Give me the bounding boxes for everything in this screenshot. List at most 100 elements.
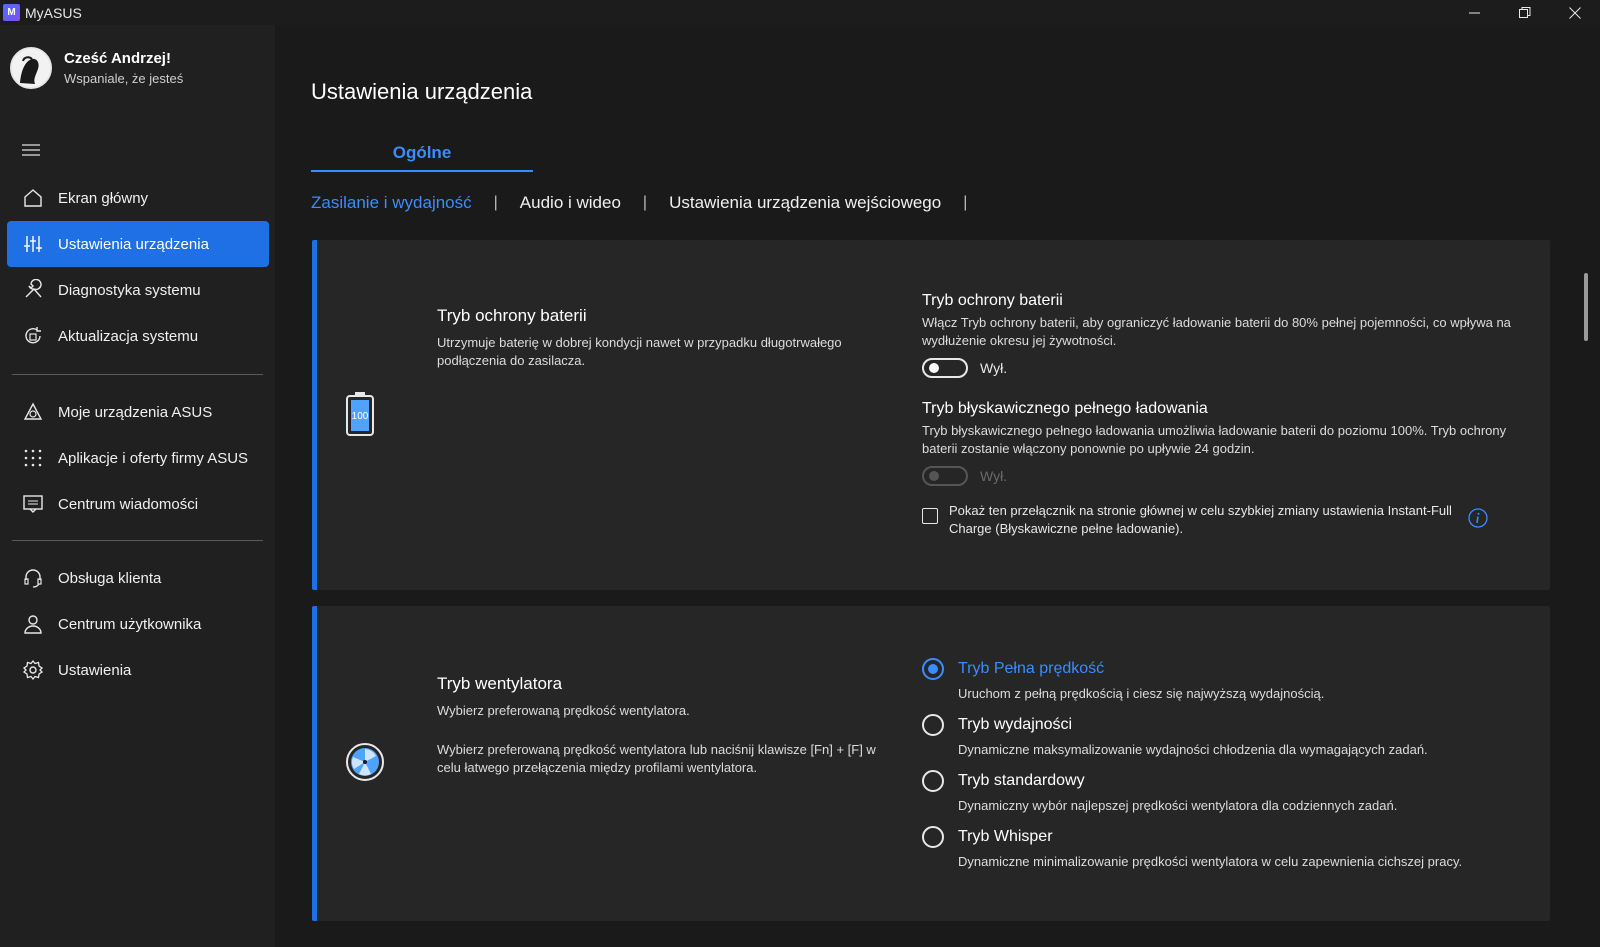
- nav-group-primary: Ekran główny Ustawienia urządzenia Diagn…: [7, 175, 269, 359]
- sidebar-item-user-center[interactable]: Centrum użytkownika: [7, 601, 269, 647]
- fan-option-label: Tryb Pełna prędkość: [958, 660, 1105, 677]
- main-content: Ustawienia urządzenia Ogólne Zasilanie i…: [275, 25, 1600, 947]
- window-controls: [1450, 0, 1600, 25]
- sliders-icon: [21, 232, 45, 256]
- sidebar-item-label: Ustawienia urządzenia: [58, 235, 209, 253]
- fan-option-description: Dynamiczny wybór najlepszej prędkości we…: [958, 798, 1398, 813]
- headset-icon: [21, 566, 45, 590]
- show-on-home-checkbox[interactable]: [922, 508, 938, 524]
- fan-mode-card: Tryb wentylatora Wybierz preferowaną prę…: [312, 606, 1550, 921]
- gear-icon: [21, 658, 45, 682]
- sidebar-item-diagnostics[interactable]: Diagnostyka systemu: [7, 267, 269, 313]
- subtab-separator: |: [493, 194, 498, 211]
- fan-option-description: Uruchom z pełną prędkością i ciesz się n…: [958, 686, 1325, 701]
- battery-level-text: 100: [352, 411, 369, 422]
- sidebar-item-label: Diagnostyka systemu: [58, 281, 201, 299]
- fan-option-description: Dynamiczne maksymalizowanie wydajności c…: [958, 742, 1428, 757]
- minimize-icon: [1469, 12, 1480, 13]
- wrench-icon: [21, 278, 45, 302]
- fan-option-performance[interactable]: Tryb wydajności: [922, 714, 1522, 736]
- hamburger-icon: [22, 144, 40, 156]
- message-icon: [21, 492, 45, 516]
- card-title: Tryb wentylatora: [437, 674, 563, 693]
- battery-protection-title: Tryb ochrony baterii: [922, 292, 1063, 309]
- subtab-separator: |: [642, 194, 648, 211]
- sidebar-item-label: Ekran główny: [58, 189, 149, 207]
- sidebar-item-label: Ustawienia: [58, 661, 132, 679]
- sidebar-divider: [12, 374, 263, 375]
- user-icon: [21, 612, 45, 636]
- radio-button[interactable]: [922, 826, 944, 848]
- app-title: MyASUS: [25, 4, 82, 21]
- card-title: Tryb ochrony baterii: [437, 306, 587, 325]
- sidebar-item-apps-offers[interactable]: Aplikacje i oferty firmy ASUS: [7, 435, 269, 481]
- sidebar-item-system-update[interactable]: Aktualizacja systemu: [7, 313, 269, 359]
- fan-icon: [345, 742, 385, 787]
- sidebar-item-customer-support[interactable]: Obsługa klienta: [7, 555, 269, 601]
- fan-option-standard[interactable]: Tryb standardowy: [922, 770, 1522, 792]
- title-bar: M MyASUS: [0, 0, 1600, 25]
- card-description: Wybierz preferowaną prędkość wentylatora…: [437, 703, 690, 718]
- subtab-separator: |: [963, 194, 968, 211]
- devices-icon: [21, 400, 45, 424]
- minimize-button[interactable]: [1450, 0, 1500, 25]
- subtab-power-performance[interactable]: Zasilanie i wydajność: [311, 193, 472, 213]
- battery-protection-card: 100 Tryb ochrony baterii Utrzymuje bater…: [312, 240, 1550, 590]
- profile-subtitle: Wspaniale, że jesteś: [64, 71, 184, 86]
- sidebar-item-message-center[interactable]: Centrum wiadomości: [7, 481, 269, 527]
- sidebar-item-home[interactable]: Ekran główny: [7, 175, 269, 221]
- page-title: Ustawienia urządzenia: [311, 79, 533, 104]
- subtab-input-devices[interactable]: Ustawienia urządzenia wejściowego: [669, 193, 941, 213]
- instant-full-charge-title: Tryb błyskawicznego pełnego ładowania: [922, 400, 1208, 417]
- nav-group-secondary: Moje urządzenia ASUS Aplikacje i oferty …: [7, 389, 269, 527]
- radio-button[interactable]: [922, 658, 944, 680]
- sidebar-item-label: Aktualizacja systemu: [58, 327, 199, 345]
- info-icon[interactable]: [1468, 508, 1488, 533]
- card-description: Utrzymuje baterię w dobrej kondycji nawe…: [437, 335, 842, 368]
- apps-grid-icon: [21, 446, 45, 470]
- close-icon: [1569, 6, 1581, 19]
- sidebar-item-label: Aplikacje i oferty firmy ASUS: [58, 449, 249, 467]
- sidebar-item-my-devices[interactable]: Moje urządzenia ASUS: [7, 389, 269, 435]
- fan-option-label: Tryb wydajności: [958, 716, 1073, 733]
- battery-protection-toggle-label: Wył.: [980, 360, 1008, 376]
- instant-full-charge-toggle-label: Wył.: [980, 468, 1008, 484]
- sidebar-item-label: Centrum użytkownika: [58, 615, 202, 633]
- sidebar-item-label: Centrum wiadomości: [58, 495, 199, 513]
- app-logo-icon: M: [3, 4, 20, 21]
- avatar: [10, 47, 52, 89]
- scrollbar-thumb[interactable]: [1584, 273, 1588, 341]
- instant-full-charge-toggle[interactable]: [922, 466, 968, 486]
- battery-protection-toggle[interactable]: [922, 358, 968, 378]
- update-icon: [21, 324, 45, 348]
- nav-group-tertiary: Obsługa klienta Centrum użytkownika Usta…: [7, 555, 269, 693]
- menu-toggle-button[interactable]: [21, 143, 41, 157]
- subtab-bar: Zasilanie i wydajność | Audio i wideo | …: [311, 193, 989, 213]
- fan-option-full-speed[interactable]: Tryb Pełna prędkość: [922, 658, 1522, 680]
- home-icon: [21, 186, 45, 210]
- battery-icon: 100: [345, 391, 375, 442]
- fan-option-label: Tryb standardowy: [958, 772, 1085, 789]
- fan-option-whisper[interactable]: Tryb Whisper: [922, 826, 1522, 848]
- restore-button[interactable]: [1500, 0, 1550, 25]
- close-button[interactable]: [1550, 0, 1600, 25]
- tab-general[interactable]: Ogólne: [311, 143, 533, 172]
- restore-icon: [1519, 6, 1531, 18]
- fan-option-description: Dynamiczne minimalizowanie prędkości wen…: [958, 854, 1463, 869]
- user-profile[interactable]: Cześć Andrzej! Wspaniale, że jesteś: [10, 47, 183, 89]
- sidebar-item-settings[interactable]: Ustawienia: [7, 647, 269, 693]
- avatar-icon: [12, 49, 50, 87]
- sidebar-item-device-settings[interactable]: Ustawienia urządzenia: [7, 221, 269, 267]
- profile-greeting: Cześć Andrzej!: [64, 50, 171, 67]
- fan-option-label: Tryb Whisper: [958, 828, 1053, 845]
- sidebar-item-label: Obsługa klienta: [58, 569, 162, 587]
- radio-button[interactable]: [922, 714, 944, 736]
- card-description-secondary: Wybierz preferowaną prędkość wentylatora…: [437, 742, 876, 775]
- sidebar: Cześć Andrzej! Wspaniale, że jesteś Ekra…: [0, 25, 275, 947]
- sidebar-item-label: Moje urządzenia ASUS: [58, 403, 213, 421]
- show-on-home-label: Pokaż ten przełącznik na stronie głównej…: [949, 503, 1452, 536]
- instant-full-charge-description: Tryb błyskawicznego pełnego ładowania um…: [922, 423, 1507, 456]
- subtab-audio-video[interactable]: Audio i wideo: [520, 193, 621, 213]
- sidebar-divider: [12, 540, 263, 541]
- radio-button[interactable]: [922, 770, 944, 792]
